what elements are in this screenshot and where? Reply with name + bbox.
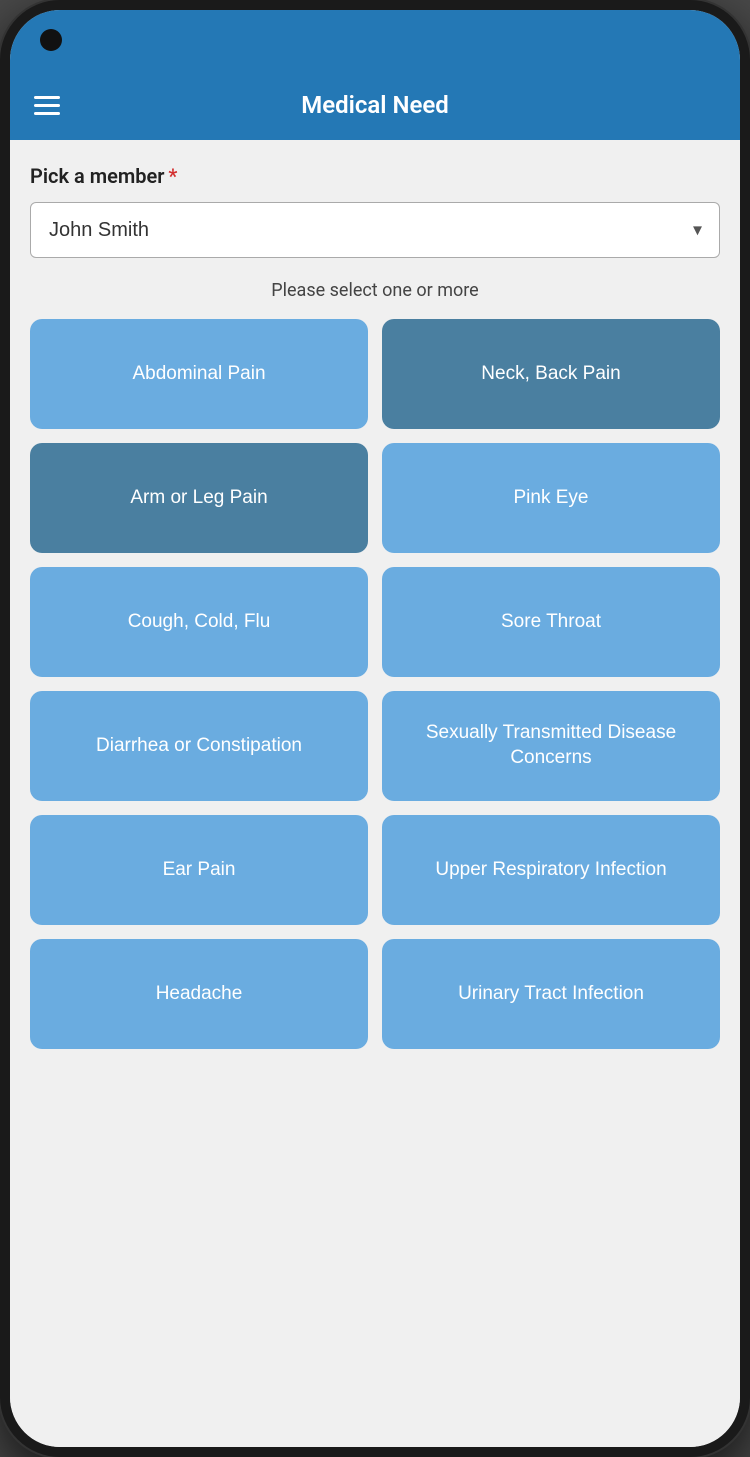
main-content: Pick a member* John Smith ▾ Please selec…: [10, 140, 740, 1447]
required-indicator: *: [168, 164, 177, 188]
conditions-grid: Abdominal PainNeck, Back PainArm or Leg …: [30, 319, 720, 1049]
page-title: Medical Need: [80, 91, 670, 119]
condition-button-ear-pain[interactable]: Ear Pain: [30, 815, 368, 925]
member-select[interactable]: John Smith: [30, 202, 720, 258]
condition-button-arm-leg-pain[interactable]: Arm or Leg Pain: [30, 443, 368, 553]
member-select-wrapper: John Smith ▾: [30, 202, 720, 258]
condition-button-neck-back-pain[interactable]: Neck, Back Pain: [382, 319, 720, 429]
condition-button-std-concerns[interactable]: Sexually Transmitted Disease Concerns: [382, 691, 720, 801]
app-header: Medical Need: [10, 70, 740, 140]
phone-frame: Medical Need Pick a member* John Smith ▾…: [0, 0, 750, 1457]
condition-button-headache[interactable]: Headache: [30, 939, 368, 1049]
condition-button-sore-throat[interactable]: Sore Throat: [382, 567, 720, 677]
condition-button-pink-eye[interactable]: Pink Eye: [382, 443, 720, 553]
condition-button-upper-respiratory[interactable]: Upper Respiratory Infection: [382, 815, 720, 925]
instruction-text: Please select one or more: [30, 280, 720, 301]
hamburger-menu-button[interactable]: [34, 96, 60, 115]
status-bar: [10, 10, 740, 70]
condition-button-cough-cold-flu[interactable]: Cough, Cold, Flu: [30, 567, 368, 677]
phone-inner: Medical Need Pick a member* John Smith ▾…: [10, 10, 740, 1447]
pick-member-label: Pick a member*: [30, 164, 720, 188]
condition-button-abdominal-pain[interactable]: Abdominal Pain: [30, 319, 368, 429]
condition-button-diarrhea-constipation[interactable]: Diarrhea or Constipation: [30, 691, 368, 801]
condition-button-urinary-tract[interactable]: Urinary Tract Infection: [382, 939, 720, 1049]
camera: [40, 29, 62, 51]
